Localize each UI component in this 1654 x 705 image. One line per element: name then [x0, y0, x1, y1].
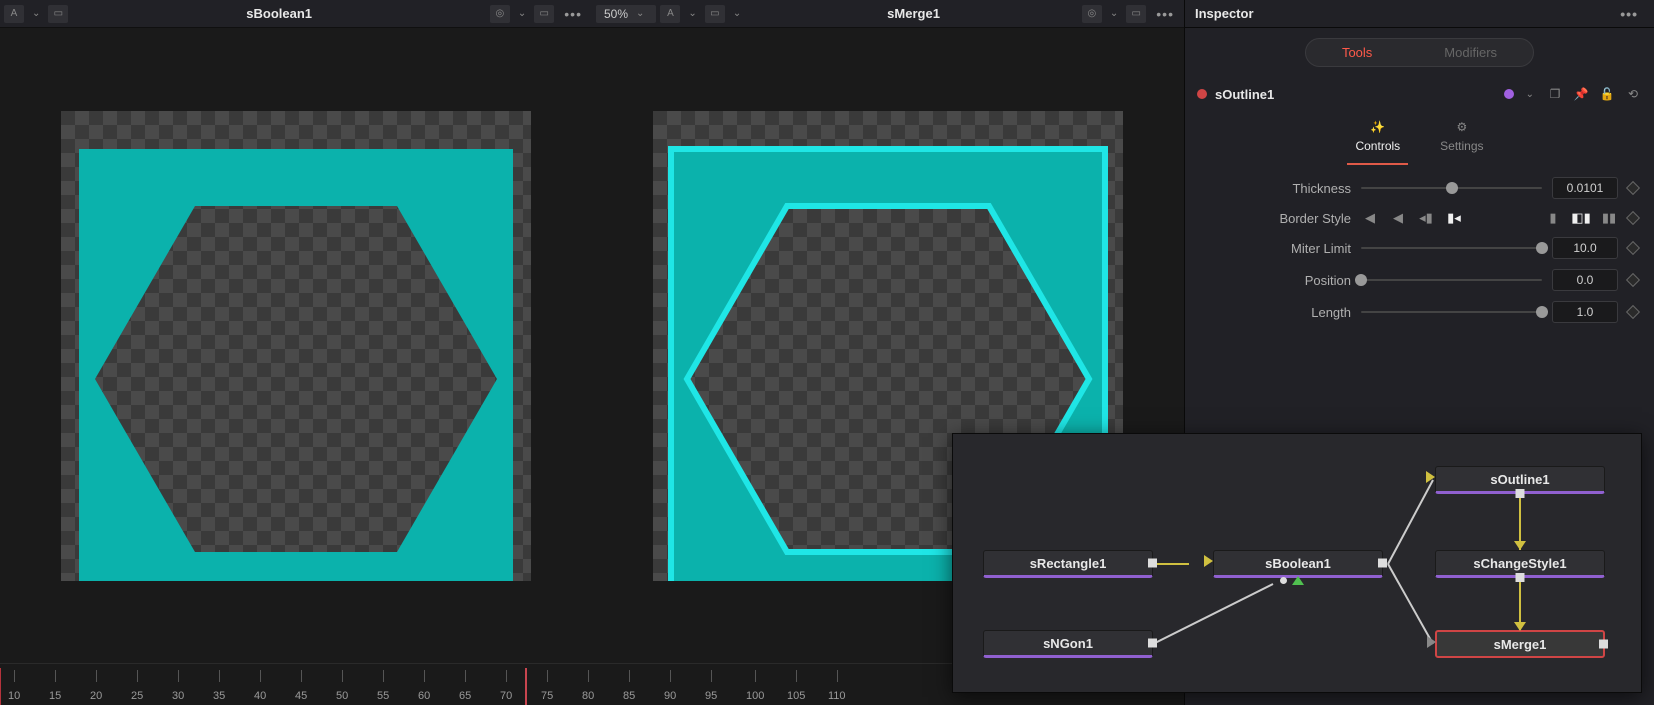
- more-options-icon[interactable]: •••: [558, 6, 588, 22]
- ruler-tick: 100: [746, 690, 764, 702]
- ruler-tick: 110: [828, 690, 846, 702]
- border-end-opt-1[interactable]: ▮: [1544, 209, 1562, 227]
- ruler-tick: 90: [664, 690, 676, 702]
- viewer-left-canvas[interactable]: [0, 28, 592, 663]
- border-style-opt-3[interactable]: ◂▮: [1417, 209, 1435, 227]
- ruler-tick: 15: [49, 690, 61, 702]
- playhead[interactable]: [525, 668, 527, 705]
- inspector-node-name: sOutline1: [1215, 87, 1496, 102]
- ruler-tick: 85: [623, 690, 635, 702]
- miter-limit-value[interactable]: 10.0: [1552, 237, 1618, 259]
- ruler-tick: 105: [787, 690, 805, 702]
- node-active-indicator-icon[interactable]: [1197, 89, 1207, 99]
- param-thickness: Thickness 0.0101: [1201, 177, 1638, 199]
- inspector-tab-switch: Tools Modifiers: [1305, 38, 1534, 67]
- keyframe-diamond-icon[interactable]: [1626, 181, 1640, 195]
- node-smerge1[interactable]: sMerge1: [1435, 630, 1605, 658]
- view-box-icon[interactable]: ▭: [1126, 5, 1146, 23]
- ruler-tick: 25: [131, 690, 143, 702]
- chevron-down-icon[interactable]: ⌄: [1522, 89, 1538, 100]
- node-sngon1[interactable]: sNGon1: [983, 630, 1153, 658]
- ruler-tick: 95: [705, 690, 717, 702]
- position-value[interactable]: 0.0: [1552, 269, 1618, 291]
- viewer-left-title: sBoolean1: [72, 6, 486, 21]
- inspector-more-icon[interactable]: •••: [1614, 6, 1644, 22]
- ruler-tick: 50: [336, 690, 348, 702]
- keyframe-diamond-icon[interactable]: [1626, 211, 1640, 225]
- border-style-opt-1[interactable]: ◀: [1361, 209, 1379, 227]
- node-srectangle1[interactable]: sRectangle1: [983, 550, 1153, 578]
- lock-icon[interactable]: 🔓: [1598, 85, 1616, 103]
- node-schangestyle1[interactable]: sChangeStyle1: [1435, 550, 1605, 578]
- wand-icon: ✨: [1368, 119, 1388, 135]
- keyframe-diamond-icon[interactable]: [1626, 241, 1640, 255]
- chevron-down-icon[interactable]: ⌄: [514, 8, 530, 19]
- length-slider[interactable]: [1361, 311, 1542, 313]
- chevron-down-icon[interactable]: ⌄: [28, 8, 44, 19]
- subtab-controls[interactable]: ✨ Controls: [1347, 115, 1408, 165]
- keyframe-diamond-icon[interactable]: [1626, 273, 1640, 287]
- viewer-left-toolbar: A ⌄ ▭ sBoolean1 ◎ ⌄ ▭ •••: [0, 0, 592, 28]
- channel-a-button[interactable]: A: [660, 5, 680, 23]
- tab-modifiers[interactable]: Modifiers: [1408, 39, 1533, 66]
- miter-limit-slider[interactable]: [1361, 247, 1542, 249]
- viewer-left: A ⌄ ▭ sBoolean1 ◎ ⌄ ▭ •••: [0, 0, 592, 663]
- subtab-settings[interactable]: ⚙ Settings: [1432, 115, 1491, 165]
- border-end-opt-2[interactable]: ◧▮: [1572, 209, 1590, 227]
- position-slider[interactable]: [1361, 279, 1542, 281]
- ruler-tick: 60: [418, 690, 430, 702]
- ruler-tick: 75: [541, 690, 553, 702]
- ruler-tick: 45: [295, 690, 307, 702]
- more-options-icon[interactable]: •••: [1150, 6, 1180, 22]
- thickness-slider[interactable]: [1361, 187, 1542, 189]
- node-graph-panel[interactable]: sRectangle1 sNGon1 sBoolean1 sOutline1 s…: [952, 433, 1642, 693]
- node-sboolean1[interactable]: sBoolean1: [1213, 550, 1383, 578]
- zoom-level[interactable]: 50%⌄: [596, 5, 656, 23]
- ruler-tick: 20: [90, 690, 102, 702]
- border-style-opt-4[interactable]: ▮◂: [1445, 209, 1463, 227]
- ruler-tick: 35: [213, 690, 225, 702]
- pin-icon[interactable]: 📌: [1572, 85, 1590, 103]
- thickness-value[interactable]: 0.0101: [1552, 177, 1618, 199]
- ruler-tick: 55: [377, 690, 389, 702]
- display-mode-button[interactable]: ▭: [48, 5, 68, 23]
- windows-icon[interactable]: ❐: [1546, 85, 1564, 103]
- border-style-opt-2[interactable]: ◀: [1389, 209, 1407, 227]
- ruler-tick: 70: [500, 690, 512, 702]
- length-value[interactable]: 1.0: [1552, 301, 1618, 323]
- border-end-opt-3[interactable]: ▮▮: [1600, 209, 1618, 227]
- ruler-tick: 65: [459, 690, 471, 702]
- channel-a-button[interactable]: A: [4, 5, 24, 23]
- ruler-tick: 10: [8, 690, 20, 702]
- param-miter-limit: Miter Limit 10.0: [1201, 237, 1638, 259]
- param-position: Position 0.0: [1201, 269, 1638, 291]
- overlay-sphere-icon[interactable]: ◎: [1082, 5, 1102, 23]
- chevron-down-icon[interactable]: ⌄: [729, 8, 745, 19]
- ruler-tick: 30: [172, 690, 184, 702]
- chevron-down-icon[interactable]: ⌄: [684, 8, 700, 19]
- param-length: Length 1.0: [1201, 301, 1638, 323]
- node-color-indicator-icon[interactable]: [1504, 89, 1514, 99]
- ruler-tick: 80: [582, 690, 594, 702]
- tab-tools[interactable]: Tools: [1306, 39, 1408, 66]
- reset-icon[interactable]: ⟲: [1624, 85, 1642, 103]
- gear-icon: ⚙: [1452, 119, 1472, 135]
- chevron-down-icon[interactable]: ⌄: [1106, 8, 1122, 19]
- param-border-style: Border Style ◀ ◀ ◂▮ ▮◂ ▮ ◧▮ ▮▮: [1201, 209, 1638, 227]
- ruler-tick: 40: [254, 690, 266, 702]
- display-mode-button[interactable]: ▭: [705, 5, 725, 23]
- node-soutline1[interactable]: sOutline1: [1435, 466, 1605, 494]
- keyframe-diamond-icon[interactable]: [1626, 305, 1640, 319]
- viewer-right-title: sMerge1: [749, 6, 1078, 21]
- viewer-right-toolbar: 50%⌄ A ⌄ ▭ ⌄ sMerge1 ◎ ⌄ ▭ •••: [592, 0, 1184, 28]
- view-box-icon[interactable]: ▭: [534, 5, 554, 23]
- overlay-sphere-icon[interactable]: ◎: [490, 5, 510, 23]
- boolean-shape-preview: [61, 111, 531, 581]
- inspector-title: Inspector: [1195, 6, 1254, 21]
